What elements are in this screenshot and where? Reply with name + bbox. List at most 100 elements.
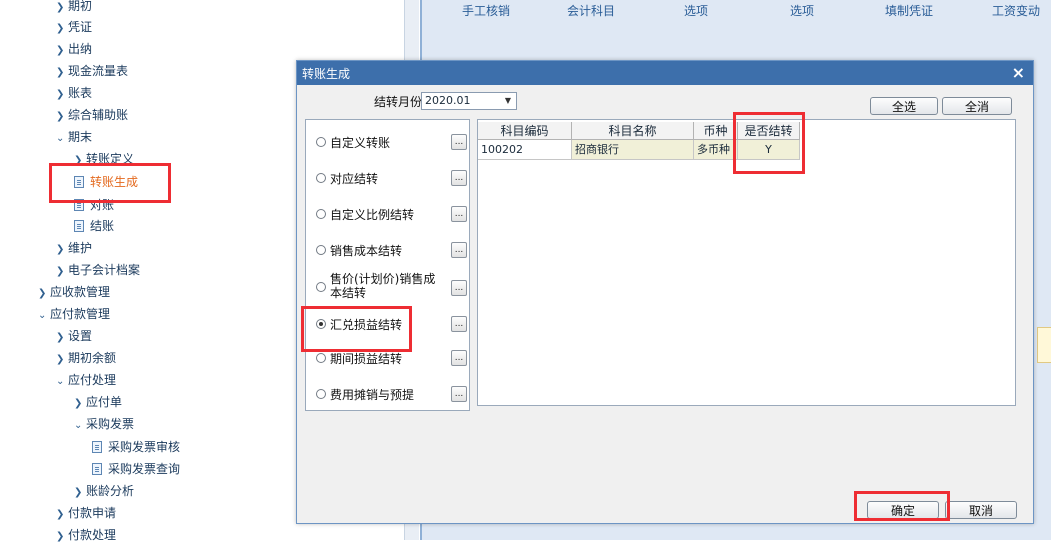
chevron-down-icon: ⌄ [56, 376, 65, 387]
tree-item-label: 出纳 [68, 42, 93, 56]
tree-item-label: 付款申请 [68, 506, 117, 520]
option-sales-cost-transfer[interactable]: 销售成本结转 ... [310, 242, 467, 264]
grid-header-code[interactable]: 科目编码 [478, 122, 572, 140]
tree-item-payable-doc[interactable]: ❯ 应付单 [74, 392, 122, 412]
radio-button[interactable] [316, 173, 326, 183]
tree-item-zhangbiao[interactable]: ❯ 账表 [56, 83, 92, 103]
link-salary-change[interactable]: 工资变动 [992, 2, 1040, 20]
ellipsis-button[interactable]: ... [451, 386, 467, 402]
tree-item-label: 采购发票 [86, 417, 135, 431]
month-label: 结转月份 [374, 95, 423, 109]
tree-item-opening-balance[interactable]: ❯ 期初余额 [56, 348, 116, 368]
chevron-right-icon: ❯ [56, 354, 65, 365]
chevron-down-icon: ⌄ [38, 310, 47, 321]
radio-button[interactable] [316, 389, 326, 399]
tree-item-period-end[interactable]: ⌄ 期末 [56, 127, 92, 147]
ellipsis-button[interactable]: ... [451, 134, 467, 150]
tree-item-purchase-invoice[interactable]: ⌄ 采购发票 [74, 414, 134, 434]
tree-item-aging[interactable]: ❯ 账龄分析 [74, 481, 134, 501]
radio-button[interactable] [316, 353, 326, 363]
side-tab[interactable] [1037, 327, 1051, 363]
tree-item-cashflow[interactable]: ❯ 现金流量表 [56, 61, 128, 81]
tree-item-label: 维护 [68, 241, 93, 255]
tree-item-close-books[interactable]: 结账 [74, 216, 114, 236]
chevron-right-icon: ❯ [56, 45, 65, 56]
tree-item-pingzheng[interactable]: ❯ 凭证 [56, 17, 92, 37]
deselect-all-button[interactable]: 全消 [942, 97, 1012, 115]
option-custom-transfer[interactable]: 自定义转账 ... [310, 134, 467, 156]
grid-cell-currency[interactable]: 多币种 [694, 140, 738, 160]
ellipsis-button[interactable]: ... [451, 242, 467, 258]
grid-header-name[interactable]: 科目名称 [572, 122, 694, 140]
dialog-title: 转账生成 [302, 67, 351, 81]
tree-item-aux-ledger[interactable]: ❯ 综合辅助账 [56, 105, 128, 125]
highlight-exchange-option [301, 306, 412, 352]
grid-cell-code[interactable]: 100202 [478, 140, 572, 160]
ellipsis-button[interactable]: ... [451, 316, 467, 332]
option-label: 期间损益结转 [330, 352, 403, 366]
chevron-right-icon: ❯ [56, 509, 65, 520]
tree-item-label: 设置 [68, 329, 93, 343]
tree-item-chuna[interactable]: ❯ 出纳 [56, 39, 92, 59]
tree-item-e-archive[interactable]: ❯ 电子会计档案 [56, 260, 140, 280]
tree-item-payables[interactable]: ⌄ 应付款管理 [38, 304, 110, 324]
document-icon [74, 219, 84, 232]
radio-button[interactable] [316, 282, 326, 292]
tree-item-qichu[interactable]: ❯ 期初 [56, 0, 92, 16]
cancel-button[interactable]: 取消 [945, 501, 1017, 519]
chevron-right-icon: ❯ [74, 487, 83, 498]
tree-item-receivables[interactable]: ❯ 应收款管理 [38, 282, 110, 302]
document-icon [92, 462, 102, 475]
tree-item-label: 采购发票查询 [108, 462, 181, 476]
tree-item-maintain[interactable]: ❯ 维护 [56, 238, 92, 258]
ellipsis-button[interactable]: ... [451, 280, 467, 296]
transfer-type-panel: 自定义转账 ... 对应结转 ... 自定义比例结转 ... 销售成本结转 ..… [305, 119, 470, 411]
tree-item-label: 期初余额 [68, 351, 117, 365]
radio-button[interactable] [316, 245, 326, 255]
option-amortization-accrual[interactable]: 费用摊销与预提 ... [310, 386, 467, 408]
chevron-right-icon: ❯ [56, 23, 65, 34]
tree-item-payment-process[interactable]: ❯ 付款处理 [56, 525, 116, 545]
dialog-title-bar[interactable]: 转账生成 × [297, 61, 1033, 85]
chevron-right-icon: ❯ [56, 67, 65, 78]
link-fill-voucher[interactable]: 填制凭证 [885, 2, 933, 20]
dropdown-arrow-icon[interactable]: ▼ [500, 93, 516, 109]
tree-item-settings[interactable]: ❯ 设置 [56, 326, 92, 346]
chevron-right-icon: ❯ [56, 244, 65, 255]
grid-header-currency[interactable]: 币种 [694, 122, 738, 140]
link-options-2[interactable]: 选项 [790, 2, 814, 20]
option-corresponding-transfer[interactable]: 对应结转 ... [310, 170, 467, 192]
tree-item-payment-request[interactable]: ❯ 付款申请 [56, 503, 116, 523]
option-period-gain-loss-transfer[interactable]: 期间损益结转 ... [310, 350, 467, 372]
highlight-ok-button [854, 491, 950, 521]
tree-item-invoice-query[interactable]: 采购发票查询 [92, 459, 180, 479]
tree-item-label: 采购发票审核 [108, 440, 181, 454]
link-manual-writeoff[interactable]: 手工核销 [462, 2, 510, 20]
tree-item-label: 结账 [90, 219, 115, 233]
chevron-down-icon: ⌄ [56, 133, 65, 144]
month-select[interactable]: 2020.01 ▼ [421, 92, 517, 110]
tree-item-label: 账龄分析 [86, 484, 135, 498]
grid-cell-name[interactable]: 招商银行 [572, 140, 694, 160]
tree-item-payable-process[interactable]: ⌄ 应付处理 [56, 370, 116, 390]
ellipsis-button[interactable]: ... [451, 206, 467, 222]
option-label: 对应结转 [330, 172, 379, 186]
tree-item-label: 现金流量表 [68, 64, 129, 78]
option-label: 售价(计划价)销售成本结转 [330, 272, 436, 300]
ellipsis-button[interactable]: ... [451, 350, 467, 366]
tree-item-label: 应付单 [86, 395, 123, 409]
link-options-1[interactable]: 选项 [684, 2, 708, 20]
ellipsis-button[interactable]: ... [451, 170, 467, 186]
tree-item-label: 期初 [68, 0, 93, 13]
tree-item-label: 应付处理 [68, 373, 117, 387]
option-custom-ratio-transfer[interactable]: 自定义比例结转 ... [310, 206, 467, 228]
option-label: 自定义比例结转 [330, 208, 415, 222]
select-all-button[interactable]: 全选 [870, 97, 938, 115]
option-label: 自定义转账 [330, 136, 391, 150]
link-account-subject[interactable]: 会计科目 [567, 2, 615, 20]
radio-button[interactable] [316, 209, 326, 219]
option-price-sales-cost-transfer[interactable]: 售价(计划价)销售成本结转 ... [310, 270, 467, 304]
close-icon[interactable]: × [1012, 63, 1025, 83]
radio-button[interactable] [316, 137, 326, 147]
tree-item-invoice-review[interactable]: 采购发票审核 [92, 437, 180, 457]
